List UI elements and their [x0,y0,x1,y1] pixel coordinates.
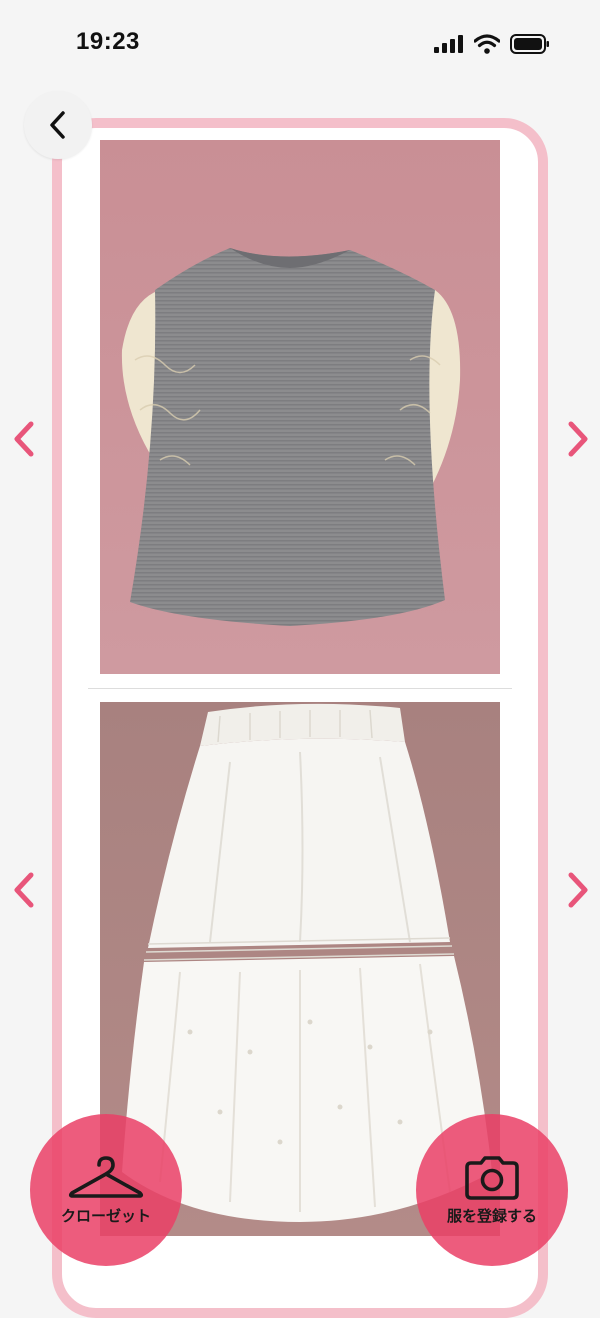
chevron-right-icon [568,421,588,457]
camera-icon [465,1155,519,1200]
status-bar: 19:23 [0,0,600,90]
hanger-icon [68,1155,144,1198]
chevron-left-icon [14,872,34,908]
chevron-left-icon [50,111,65,139]
register-clothes-label: 服を登録する [446,1207,537,1225]
closet-button[interactable]: クローゼット [30,1114,182,1266]
cellular-signal-icon [434,35,463,53]
back-button[interactable] [24,91,92,159]
wifi-icon [474,34,500,54]
bottom-next-arrow[interactable] [560,868,596,912]
top-next-arrow[interactable] [560,417,596,461]
status-icons [434,34,550,54]
top-prev-arrow[interactable] [6,417,42,461]
carousel-divider [88,688,512,689]
chevron-right-icon [568,872,588,908]
register-clothes-button[interactable]: 服を登録する [416,1114,568,1266]
bottom-prev-arrow[interactable] [6,868,42,912]
battery-icon [510,34,549,54]
chevron-left-icon [14,421,34,457]
closet-label: クローゼット [60,1207,151,1225]
status-time: 19:23 [76,28,140,55]
top-garment-photo [100,140,500,674]
